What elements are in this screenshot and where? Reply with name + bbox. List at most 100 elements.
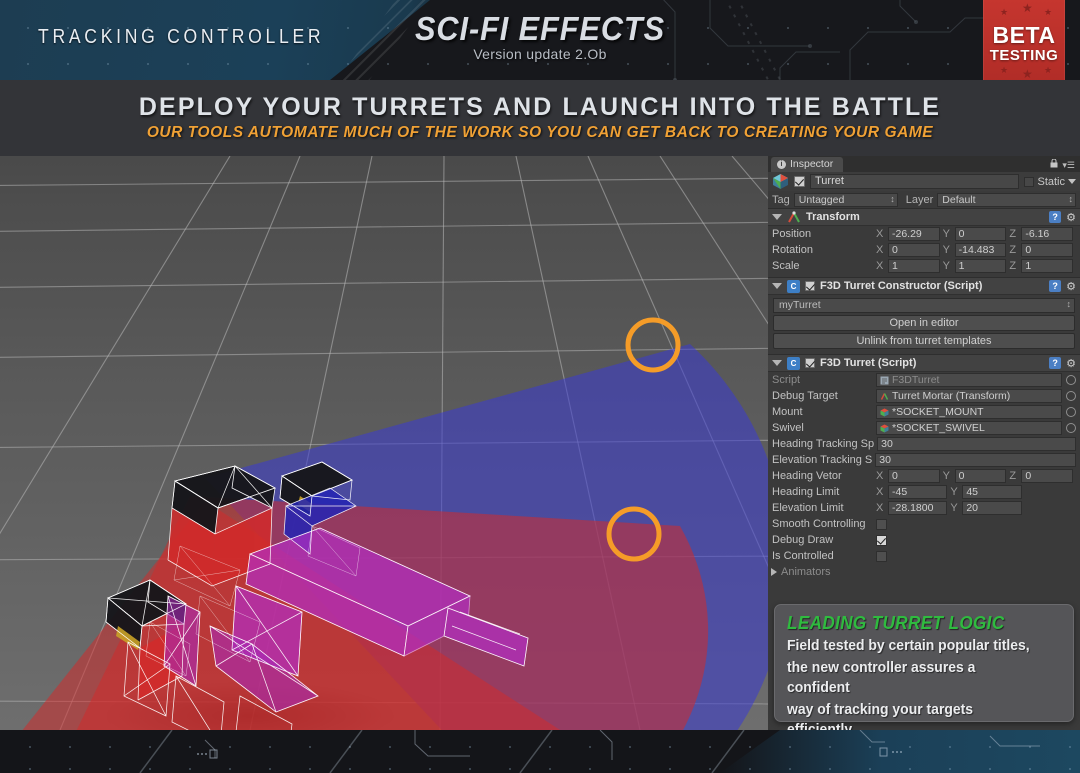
help-icon[interactable]: ? <box>1049 280 1062 292</box>
static-checkbox[interactable] <box>1024 176 1035 187</box>
help-icon[interactable]: ? <box>1049 357 1062 369</box>
object-picker-icon[interactable] <box>1066 391 1076 401</box>
gameobject-name-field[interactable]: Turret <box>810 174 1020 189</box>
context-menu-icon[interactable]: ▾☰ <box>1062 160 1075 171</box>
mount-field[interactable]: *SOCKET_MOUNT <box>876 405 1062 419</box>
static-label: Static <box>1037 175 1065 188</box>
elevation-tracking-field[interactable]: 30 <box>875 453 1076 467</box>
object-picker-icon[interactable] <box>1066 407 1076 417</box>
constructor-enabled-checkbox[interactable] <box>805 281 815 291</box>
is-controlled-checkbox[interactable] <box>876 550 887 562</box>
heading-vector-x-field[interactable]: 0 <box>888 469 940 483</box>
promo-body-line-2: the new controller assures a confident <box>787 659 976 696</box>
star-icon: ★ <box>1044 7 1053 17</box>
transform-scale-row: Scale X 1 Y 1 Z 1 <box>768 258 1080 274</box>
chevron-down-icon[interactable] <box>1068 179 1076 184</box>
debug-draw-checkbox[interactable] <box>876 534 887 546</box>
tab-inspector[interactable]: i Inspector <box>771 157 844 172</box>
transform-rotation-row: Rotation X 0 Y -14.483 Z 0 <box>768 242 1080 258</box>
gear-icon[interactable]: ⚙ <box>1066 280 1076 293</box>
turret-template-dropdown[interactable]: myTurret <box>773 298 1075 313</box>
rotation-z-field[interactable]: 0 <box>1021 243 1074 257</box>
scale-x-field[interactable]: 1 <box>888 259 940 273</box>
animators-label: Animators <box>781 566 831 578</box>
heading-limit-row: Heading Limit X -45 Y 45 <box>768 484 1080 500</box>
rotation-y-field[interactable]: -14.483 <box>954 243 1007 257</box>
promo-heading: LEADING TURRET LOGIC <box>787 613 1005 633</box>
scene-render <box>0 156 768 730</box>
smooth-controlling-checkbox[interactable] <box>876 518 887 530</box>
heading-limit-x-field[interactable]: -45 <box>888 485 948 499</box>
mount-value: *SOCKET_MOUNT <box>892 406 984 418</box>
turret-enabled-checkbox[interactable] <box>805 358 815 368</box>
help-icon[interactable]: ? <box>1049 211 1062 223</box>
is-controlled-label: Is Controlled <box>772 550 834 562</box>
gear-icon[interactable]: ⚙ <box>1066 357 1076 370</box>
animators-row[interactable]: Animators <box>768 564 1080 580</box>
turret-script-title: F3D Turret (Script) <box>820 357 917 369</box>
collapse-triangle-icon[interactable] <box>772 283 782 289</box>
elevation-tracking-label: Elevation Tracking S <box>772 454 873 466</box>
tag-dropdown[interactable]: Untagged <box>793 192 898 207</box>
heading-vector-z-field[interactable]: 0 <box>1021 469 1074 483</box>
position-z-field[interactable]: -6.16 <box>1021 227 1074 241</box>
scale-y-field[interactable]: 1 <box>954 259 1007 273</box>
tagline-band: DEPLOY YOUR TURRETS AND LAUNCH INTO THE … <box>0 80 1080 156</box>
elevation-limit-row: Elevation Limit X -28.1800 Y 20 <box>768 500 1080 516</box>
heading-tracking-row: Heading Tracking Sp 30 <box>768 436 1080 452</box>
gameobject-header-row: Turret Static <box>768 172 1080 191</box>
gear-icon[interactable]: ⚙ <box>1066 211 1076 224</box>
debug-target-row: Debug Target Turret Mortar (Transform) <box>768 388 1080 404</box>
scene-viewport[interactable] <box>0 156 768 730</box>
heading-limit-y-field[interactable]: 45 <box>962 485 1022 499</box>
star-icon: ★ <box>1000 65 1009 75</box>
badge-testing-text: TESTING <box>989 47 1059 64</box>
transform-position-row: Position X -26.29 Y 0 Z -6.16 <box>768 226 1080 242</box>
turret-component-header[interactable]: C F3D Turret (Script) ? ⚙ <box>768 354 1080 372</box>
object-picker-icon[interactable] <box>1066 423 1076 433</box>
axis-y-label: Y <box>942 228 951 240</box>
transform-title: Transform <box>806 211 860 223</box>
swivel-row: Swivel *SOCKET_SWIVEL <box>768 420 1080 436</box>
debug-target-field[interactable]: Turret Mortar (Transform) <box>876 389 1062 403</box>
axis-z-label: Z <box>1009 228 1017 240</box>
layer-label: Layer <box>905 193 934 206</box>
elevation-limit-y-field[interactable]: 20 <box>962 501 1022 515</box>
swivel-field[interactable]: *SOCKET_SWIVEL <box>876 421 1062 435</box>
transform-icon <box>788 210 800 222</box>
gameobject-small-icon <box>880 424 889 432</box>
script-icon: C <box>787 279 800 293</box>
expand-triangle-icon[interactable] <box>771 568 777 576</box>
gameobject-enabled-checkbox[interactable] <box>794 176 805 187</box>
layer-dropdown[interactable]: Default <box>937 192 1076 207</box>
tag-label: Tag <box>772 193 790 206</box>
lock-icon[interactable] <box>1050 159 1058 168</box>
elevation-tracking-row: Elevation Tracking S 30 <box>768 452 1080 468</box>
swivel-value: *SOCKET_SWIVEL <box>892 422 985 434</box>
heading-vector-y-field[interactable]: 0 <box>954 469 1007 483</box>
heading-tracking-field[interactable]: 30 <box>877 437 1076 451</box>
static-toggle[interactable]: Static <box>1024 176 1076 188</box>
collapse-triangle-icon[interactable] <box>772 214 782 220</box>
star-icon: ★ <box>1022 1 1033 15</box>
heading-tracking-label: Heading Tracking Sp <box>772 438 875 450</box>
position-x-field[interactable]: -26.29 <box>888 227 940 241</box>
collapse-triangle-icon[interactable] <box>772 360 782 366</box>
star-icon: ★ <box>1044 65 1053 75</box>
info-icon: i <box>777 160 786 169</box>
gameobject-small-icon <box>880 408 889 416</box>
page-footer <box>0 730 1080 773</box>
scale-z-field[interactable]: 1 <box>1021 259 1074 273</box>
object-picker-icon[interactable] <box>1066 375 1076 385</box>
open-in-editor-button[interactable]: Open in editor <box>773 315 1075 331</box>
rotation-x-field[interactable]: 0 <box>888 243 940 257</box>
axis-x-label: X <box>876 502 884 514</box>
unlink-templates-button[interactable]: Unlink from turret templates <box>773 333 1075 349</box>
heading-vector-row: Heading Vetor X 0 Y 0 Z 0 <box>768 468 1080 484</box>
axis-y-label: Y <box>942 470 951 482</box>
transform-component-header[interactable]: Transform ? ⚙ <box>768 208 1080 226</box>
constructor-component-header[interactable]: C F3D Turret Constructor (Script) ? ⚙ <box>768 277 1080 295</box>
position-y-field[interactable]: 0 <box>954 227 1007 241</box>
script-object-field[interactable]: F3DTurret <box>876 373 1062 387</box>
elevation-limit-x-field[interactable]: -28.1800 <box>888 501 948 515</box>
